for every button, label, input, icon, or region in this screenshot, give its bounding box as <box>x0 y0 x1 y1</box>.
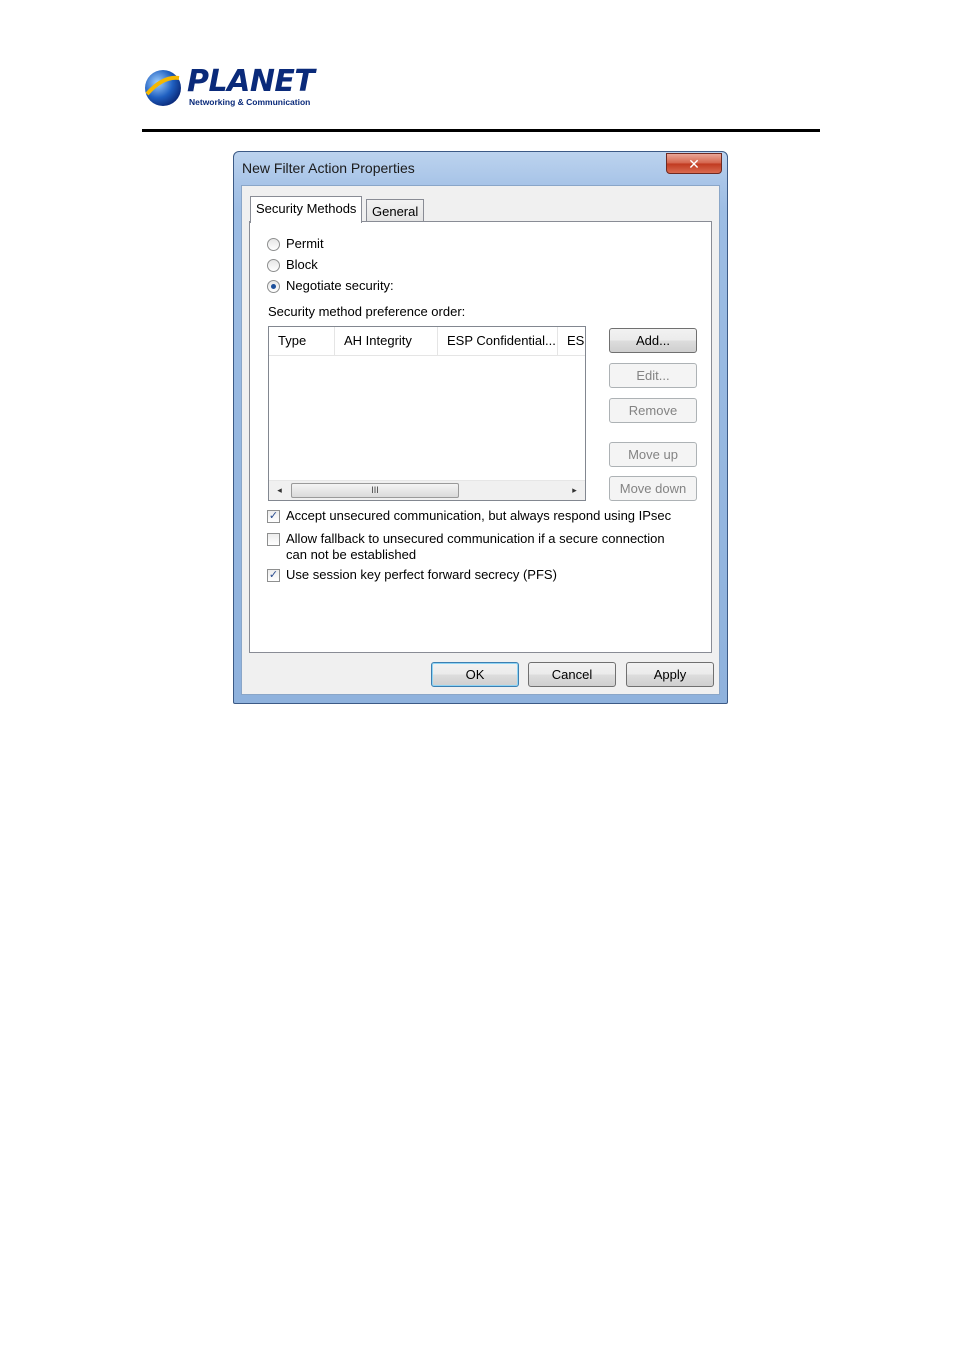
checkbox[interactable]: ✓ <box>267 569 280 582</box>
radio-button[interactable] <box>267 280 280 293</box>
dialog-window: New Filter Action Properties ✕ Security … <box>233 151 728 704</box>
horizontal-scrollbar[interactable]: ◂ III ▸ <box>269 480 585 500</box>
list-header: Type AH Integrity ESP Confidential... ES <box>269 327 585 356</box>
column-header-type[interactable]: Type <box>269 327 335 355</box>
checkbox-use-pfs[interactable]: ✓ Use session key perfect forward secrec… <box>267 567 557 582</box>
radio-label: Negotiate security: <box>286 278 394 293</box>
apply-button[interactable]: Apply <box>626 662 714 687</box>
planet-logo: PLANET Networking & Communication <box>143 64 315 110</box>
checkbox[interactable] <box>267 533 280 546</box>
radio-label: Permit <box>286 236 324 251</box>
tab-panel: Permit Block Negotiate security: Securit… <box>249 221 712 653</box>
edit-button[interactable]: Edit... <box>609 363 697 388</box>
checkbox-label: Allow fallback to unsecured communicatio… <box>286 531 665 546</box>
close-button[interactable]: ✕ <box>666 153 722 174</box>
close-icon: ✕ <box>688 156 700 172</box>
radio-button[interactable] <box>267 238 280 251</box>
move-down-button[interactable]: Move down <box>609 476 697 501</box>
checkbox-allow-fallback[interactable]: Allow fallback to unsecured communicatio… <box>267 531 665 563</box>
globe-icon <box>145 70 181 106</box>
ok-button[interactable]: OK <box>431 662 519 687</box>
column-header-esp-confidential[interactable]: ESP Confidential... <box>438 327 558 355</box>
radio-permit[interactable]: Permit <box>267 236 324 251</box>
checkbox-label: Accept unsecured communication, but alwa… <box>286 508 672 523</box>
header-rule <box>142 129 820 132</box>
radio-negotiate-security[interactable]: Negotiate security: <box>267 278 394 293</box>
scroll-thumb[interactable]: III <box>291 483 459 498</box>
column-header-ah-integrity[interactable]: AH Integrity <box>335 327 438 355</box>
radio-block[interactable]: Block <box>267 257 318 272</box>
remove-button[interactable]: Remove <box>609 398 697 423</box>
tab-general[interactable]: General <box>366 199 425 223</box>
checkbox-label: Use session key perfect forward secrecy … <box>286 567 557 582</box>
column-header-es[interactable]: ES <box>558 327 585 355</box>
radio-button[interactable] <box>267 259 280 272</box>
scroll-right-icon[interactable]: ▸ <box>566 481 583 500</box>
cancel-button[interactable]: Cancel <box>528 662 616 687</box>
logo-tagline: Networking & Communication <box>189 97 311 107</box>
checkbox[interactable]: ✓ <box>267 510 280 523</box>
tab-security-methods[interactable]: Security Methods <box>250 196 363 223</box>
checkbox-accept-unsecured[interactable]: ✓ Accept unsecured communication, but al… <box>267 508 671 523</box>
security-methods-list[interactable]: Type AH Integrity ESP Confidential... ES… <box>268 326 586 501</box>
radio-label: Block <box>286 257 318 272</box>
scroll-left-icon[interactable]: ◂ <box>271 481 288 500</box>
dialog-client: Security Methods General Permit Block Ne… <box>241 185 720 695</box>
logo-wordmark: PLANET <box>187 64 315 99</box>
move-up-button[interactable]: Move up <box>609 442 697 467</box>
checkbox-label-continued: can not be established <box>286 547 417 562</box>
add-button[interactable]: Add... <box>609 328 697 353</box>
list-caption: Security method preference order: <box>268 304 466 319</box>
window-title: New Filter Action Properties <box>242 160 415 176</box>
